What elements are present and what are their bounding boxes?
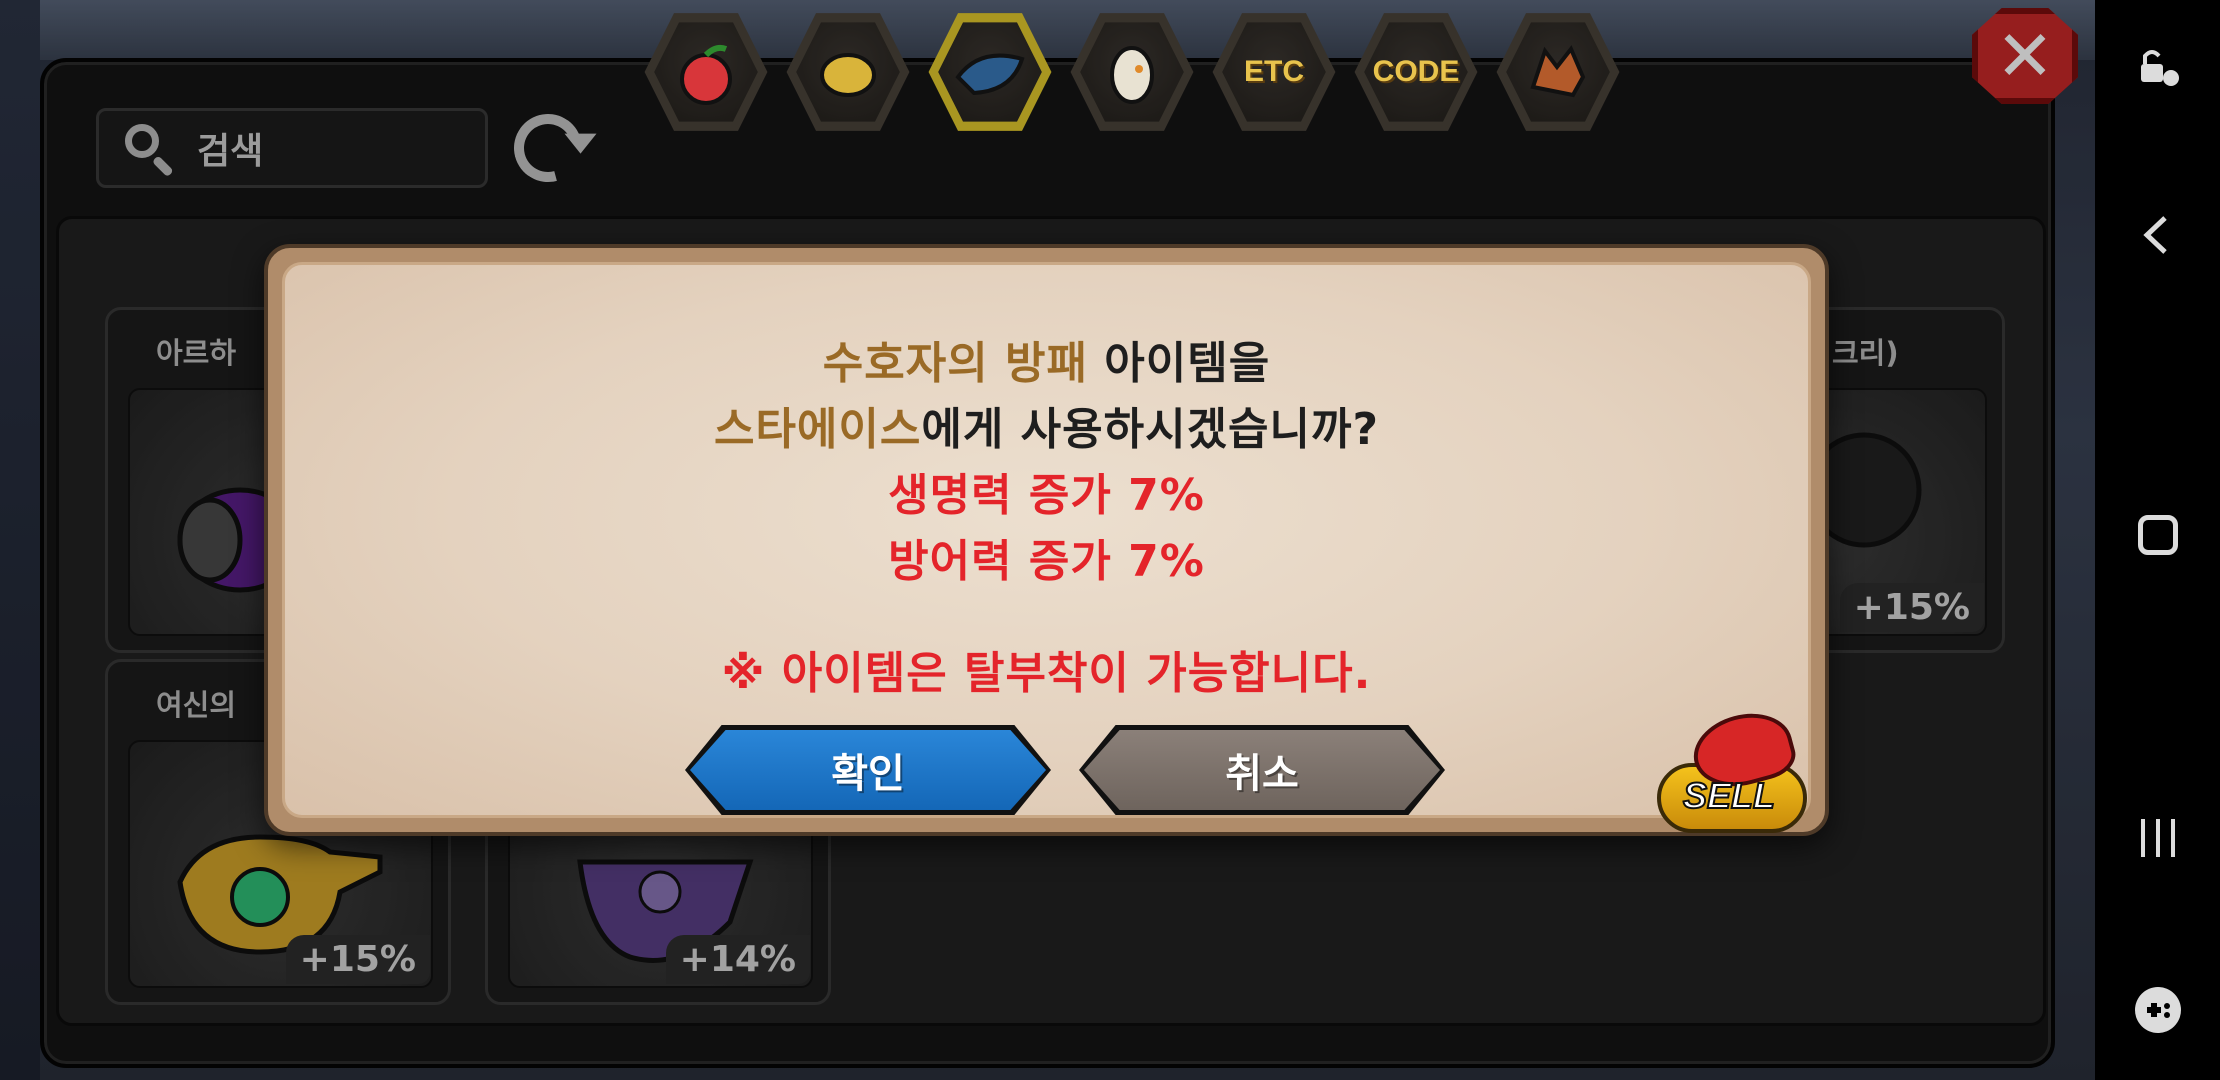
line1-rest: 아이템을 xyxy=(1087,338,1271,389)
refresh-icon[interactable] xyxy=(501,101,595,195)
confirm-dialog: 수호자의 방패 아이템을 스타에이스에게 사용하시겠습니까? 생명력 증가 7%… xyxy=(264,244,1829,836)
recent-apps-icon[interactable] xyxy=(2135,815,2181,861)
tab-egg[interactable] xyxy=(1070,12,1194,132)
tab-scale[interactable] xyxy=(928,12,1052,132)
stat-def: 방어력 증가 7% xyxy=(888,536,1205,587)
tab-etc[interactable]: ETC xyxy=(1212,12,1336,132)
tab-gold[interactable] xyxy=(786,12,910,132)
line2-rest: 에게 사용하시겠습니까? xyxy=(921,404,1380,455)
confirm-label: 확인 xyxy=(831,751,905,797)
item-percent: +15% xyxy=(1839,583,1984,632)
dialog-line-2: 스타에이스에게 사용하시겠습니까? xyxy=(285,393,1808,457)
game-launcher-icon[interactable] xyxy=(2135,987,2181,1033)
confirm-button[interactable]: 확인 xyxy=(685,725,1051,815)
sell-label: SELL xyxy=(1682,774,1776,817)
gold-nugget-icon xyxy=(820,53,876,97)
close-button[interactable]: ✕ xyxy=(1972,8,2078,104)
fruit-icon xyxy=(680,44,732,105)
search-placeholder: 검색 xyxy=(197,131,264,172)
dragon-scale-icon xyxy=(955,53,1025,96)
tab-code-label: CODE xyxy=(1372,55,1460,88)
cancel-label: 취소 xyxy=(1225,751,1299,797)
tab-etc-label: ETC xyxy=(1244,55,1304,88)
background-left xyxy=(0,0,40,1080)
home-icon[interactable] xyxy=(2138,515,2178,555)
egg-icon xyxy=(1110,46,1154,104)
sell-button[interactable]: SELL xyxy=(1657,703,1807,835)
category-tabs: ETC CODE xyxy=(644,12,1620,142)
stat-hp: 생명력 증가 7% xyxy=(888,470,1205,521)
close-icon: ✕ xyxy=(1995,15,2055,97)
game-screen: 검색 아르하 여신의 +15% +14% 크리) +15% ETC CODE ✕… xyxy=(0,0,2220,1080)
tab-code[interactable]: CODE xyxy=(1354,12,1478,132)
item-name-highlight: 수호자의 방패 xyxy=(822,338,1088,389)
back-icon[interactable] xyxy=(2135,212,2181,258)
dialog-body: 수호자의 방패 아이템을 스타에이스에게 사용하시겠습니까? 생명력 증가 7%… xyxy=(282,262,1811,833)
dialog-line-1: 수호자의 방패 아이템을 xyxy=(285,327,1808,391)
item-percent: +14% xyxy=(665,935,810,984)
target-name-highlight: 스타에이스 xyxy=(713,404,922,455)
item-percent: +15% xyxy=(285,935,430,984)
cancel-button[interactable]: 취소 xyxy=(1079,725,1445,815)
dialog-note: ※ 아이템은 탈부착이 가능합니다. xyxy=(721,648,1372,699)
tab-dragon[interactable] xyxy=(1496,12,1620,132)
search-input[interactable]: 검색 xyxy=(96,108,488,188)
dragon-head-icon xyxy=(1530,45,1586,98)
screen-lock-icon[interactable] xyxy=(2135,44,2181,90)
search-icon xyxy=(121,120,177,178)
tab-fruit[interactable] xyxy=(644,12,768,132)
